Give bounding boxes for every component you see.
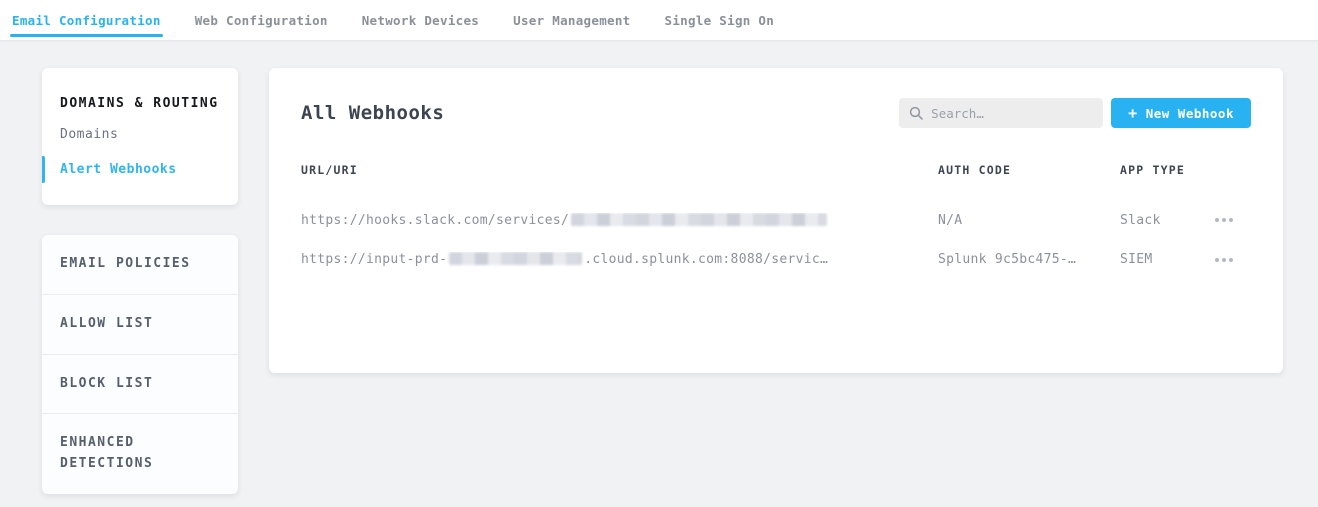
webhook-url-suffix: .cloud.splunk.com:8088/servic… xyxy=(584,252,828,267)
new-webhook-button-label: New Webhook xyxy=(1146,106,1234,121)
row-actions-menu-icon[interactable] xyxy=(1215,218,1233,222)
sidebar-item-domains[interactable]: Domains xyxy=(42,117,238,152)
webhooks-card: All Webhooks + New Webhook URL/URI AUTH … xyxy=(269,68,1283,373)
tab-user-management[interactable]: User Management xyxy=(511,0,632,40)
redacted-url-segment xyxy=(571,213,827,226)
top-nav: Email Configuration Web Configuration Ne… xyxy=(0,0,1318,40)
page-body: DOMAINS & ROUTING Domains Alert Webhooks… xyxy=(0,40,1318,494)
column-header-app: APP TYPE xyxy=(1120,163,1195,177)
table-row: https://input-prd- .cloud.splunk.com:8088… xyxy=(269,252,1283,267)
app-type-cell: Slack xyxy=(1120,213,1195,228)
sidebar-item-block-list[interactable]: BLOCK LIST xyxy=(42,355,238,415)
table-row: https://hooks.slack.com/services/ N/A Sl… xyxy=(269,188,1283,252)
webhook-url-cell: https://input-prd- .cloud.splunk.com:8088… xyxy=(301,252,938,267)
webhook-url-prefix: https://input-prd- xyxy=(301,252,447,267)
card-bottom-spacer xyxy=(269,267,1283,373)
row-actions-menu-icon[interactable] xyxy=(1215,258,1233,262)
sidebar: DOMAINS & ROUTING Domains Alert Webhooks… xyxy=(42,68,238,494)
webhook-url-cell: https://hooks.slack.com/services/ xyxy=(301,213,938,228)
sidebar-item-allow-list[interactable]: ALLOW LIST xyxy=(42,295,238,355)
domains-routing-card: DOMAINS & ROUTING Domains Alert Webhooks xyxy=(42,68,238,205)
column-header-auth: AUTH CODE xyxy=(938,163,1120,177)
new-webhook-button[interactable]: + New Webhook xyxy=(1111,98,1251,128)
tab-email-configuration[interactable]: Email Configuration xyxy=(10,0,163,40)
column-header-url: URL/URI xyxy=(301,163,938,177)
policies-card: EMAIL POLICIES ALLOW LIST BLOCK LIST ENH… xyxy=(42,235,238,494)
plus-icon: + xyxy=(1128,104,1138,122)
redacted-url-segment xyxy=(449,252,582,265)
app-type-cell: SIEM xyxy=(1120,252,1195,267)
sidebar-item-enhanced-detections[interactable]: ENHANCED DETECTIONS xyxy=(42,414,238,494)
tab-network-devices[interactable]: Network Devices xyxy=(360,0,481,40)
auth-code-cell: Splunk 9c5bc475-… xyxy=(938,252,1120,267)
sidebar-item-email-policies[interactable]: EMAIL POLICIES xyxy=(42,235,238,295)
search-input[interactable] xyxy=(931,106,1093,121)
page-title: All Webhooks xyxy=(301,102,899,124)
tab-single-sign-on[interactable]: Single Sign On xyxy=(663,0,777,40)
domains-routing-header: DOMAINS & ROUTING xyxy=(42,82,238,117)
table-header-row: URL/URI AUTH CODE APP TYPE xyxy=(269,152,1283,188)
search-icon xyxy=(909,106,923,120)
tab-web-configuration[interactable]: Web Configuration xyxy=(193,0,330,40)
auth-code-cell: N/A xyxy=(938,213,1120,228)
webhooks-card-header: All Webhooks + New Webhook xyxy=(269,68,1283,152)
sidebar-item-alert-webhooks[interactable]: Alert Webhooks xyxy=(42,152,238,187)
webhook-url-prefix: https://hooks.slack.com/services/ xyxy=(301,213,569,228)
search-box[interactable] xyxy=(899,98,1103,128)
